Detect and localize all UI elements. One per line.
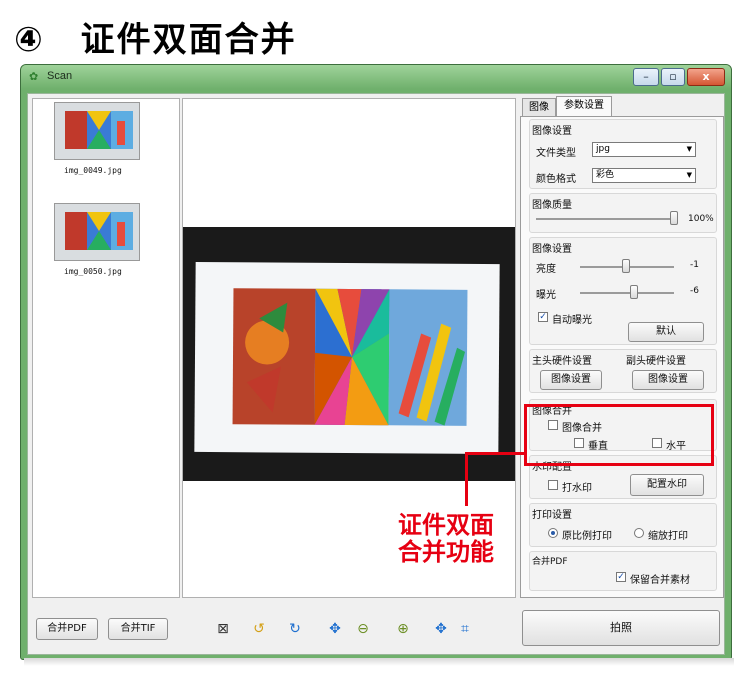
exposure-slider-handle[interactable]	[630, 285, 638, 299]
brightness-slider-handle[interactable]	[622, 259, 630, 273]
chevron-down-icon: ▼	[686, 171, 692, 179]
maximize-button[interactable]: ▫	[661, 68, 685, 86]
heading-number: ④	[14, 20, 45, 60]
main-hardware-label: 主头硬件设置	[532, 356, 592, 367]
configure-watermark-button[interactable]: 配置水印	[630, 474, 704, 496]
print-title: 打印设置	[532, 510, 572, 521]
image-adjust-group: 图像设置 亮度 -1 曝光 -6 ✓ 自动曝光 默认	[529, 237, 717, 345]
default-button[interactable]: 默认	[628, 322, 704, 342]
page-heading: ④ 证件双面合并	[14, 12, 297, 61]
auto-exposure-label: 自动曝光	[552, 315, 592, 326]
minimize-button[interactable]: –	[633, 68, 659, 86]
image-settings-title: 图像设置	[532, 126, 572, 137]
image-quality-group: 图像质量 100%	[529, 193, 717, 233]
annotation-line-2: 合并功能	[398, 538, 494, 566]
watermark-label: 打水印	[562, 483, 592, 494]
merge-pdf-title: 合并PDF	[532, 557, 568, 567]
keep-merge-material-checkbox[interactable]: ✓	[616, 572, 626, 582]
sub-hardware-label: 副头硬件设置	[626, 356, 686, 367]
sub-image-settings-button[interactable]: 图像设置	[632, 370, 704, 390]
exposure-label: 曝光	[536, 290, 556, 301]
tab-settings[interactable]: 参数设置	[556, 96, 612, 116]
quality-slider-handle[interactable]	[670, 211, 678, 225]
settings-panel: 图像 参数设置 图像设置 文件类型 jpg ▼ 颜色格式 彩色 ▼ 图像质量 1…	[520, 96, 724, 598]
annotation-line-1: 证件双面	[398, 511, 494, 539]
window-title: Scan	[47, 70, 73, 82]
thumbnail-2-picture	[55, 204, 139, 260]
file-type-select[interactable]: jpg ▼	[592, 142, 696, 157]
camera-photo	[183, 227, 515, 481]
heading-title: 证件双面合并	[80, 20, 297, 60]
scan-window: ✿ Scan – ▫ x img_0049.jpg img_0050.jpg 图…	[20, 64, 732, 660]
exposure-slider-track[interactable]	[580, 292, 674, 294]
brightness-label: 亮度	[536, 264, 556, 275]
thumbnail-pane[interactable]: img_0049.jpg img_0050.jpg	[32, 98, 180, 598]
original-scale-label: 原比例打印	[562, 531, 612, 542]
hardware-group: 主头硬件设置 副头硬件设置 图像设置 图像设置	[529, 349, 717, 393]
quality-slider-track[interactable]	[536, 218, 676, 220]
crop-icon[interactable]: ⊠	[214, 620, 232, 638]
zoom-in-icon[interactable]: ⊕	[394, 620, 412, 638]
zoom-out-icon[interactable]: ⊖	[354, 620, 372, 638]
window-titlebar[interactable]: ✿ Scan – ▫ x	[21, 65, 731, 89]
keep-merge-material-label: 保留合并素材	[630, 575, 690, 586]
merge-tif-button[interactable]: 合并TIF	[108, 618, 168, 640]
merge-pdf-group: 合并PDF ✓ 保留合并素材	[529, 551, 717, 591]
tab-image[interactable]: 图像	[522, 98, 556, 116]
chevron-down-icon: ▼	[686, 145, 692, 153]
file-type-label: 文件类型	[536, 148, 576, 159]
move-icon[interactable]: ✥	[326, 620, 344, 638]
exposure-value: -6	[690, 286, 699, 296]
window-shadow	[24, 658, 734, 666]
color-format-value: 彩色	[596, 170, 615, 180]
callout-line-horizontal	[465, 452, 527, 455]
merge-pdf-button[interactable]: 合并PDF	[36, 618, 98, 640]
window-client: img_0049.jpg img_0050.jpg 图像 参数设置 图像设置 文…	[27, 93, 725, 655]
capture-button[interactable]: 拍照	[522, 610, 720, 646]
print-group: 打印设置 原比例打印 缩放打印	[529, 503, 717, 547]
rotate-right-icon[interactable]: ↻	[286, 620, 304, 638]
pan-icon[interactable]: ✥	[432, 620, 450, 638]
watermark-checkbox[interactable]	[548, 480, 558, 490]
file-type-value: jpg	[596, 144, 610, 154]
image-adjust-title: 图像设置	[532, 244, 572, 255]
fit-icon[interactable]: ⌗	[456, 620, 474, 638]
photo-content	[232, 288, 468, 426]
image-settings-group: 图像设置 文件类型 jpg ▼ 颜色格式 彩色 ▼	[529, 119, 717, 189]
thumbnail-image-1[interactable]	[54, 102, 140, 160]
merge-highlight-box	[524, 404, 714, 466]
settings-tab-body: 图像设置 文件类型 jpg ▼ 颜色格式 彩色 ▼ 图像质量 100% 图像设置…	[520, 116, 724, 598]
original-scale-radio[interactable]	[548, 528, 558, 538]
thumbnail-1-picture	[55, 103, 139, 159]
scaled-print-label: 缩放打印	[648, 531, 688, 542]
color-format-select[interactable]: 彩色 ▼	[592, 168, 696, 183]
quality-value: 100%	[688, 214, 714, 224]
scaled-print-radio[interactable]	[634, 528, 644, 538]
image-quality-title: 图像质量	[532, 200, 572, 211]
photo-paper	[194, 261, 500, 455]
thumbnail-image-2[interactable]	[54, 203, 140, 261]
scan-app-icon: ✿	[29, 70, 39, 83]
close-button[interactable]: x	[687, 68, 725, 86]
thumbnail-caption-2: img_0050.jpg	[64, 267, 122, 276]
rotate-left-icon[interactable]: ↺	[250, 620, 268, 638]
callout-line-vertical	[465, 452, 468, 506]
thumbnail-caption-1: img_0049.jpg	[64, 166, 122, 175]
auto-exposure-checkbox[interactable]: ✓	[538, 312, 548, 322]
color-format-label: 颜色格式	[536, 174, 576, 185]
brightness-value: -1	[690, 260, 699, 270]
main-image-settings-button[interactable]: 图像设置	[540, 370, 602, 390]
